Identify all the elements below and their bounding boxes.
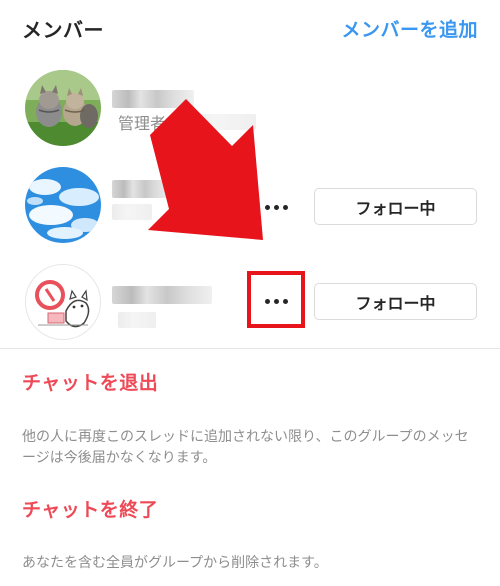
page-title: メンバー xyxy=(22,18,104,42)
end-chat-description: あなたを含む全員がグループから削除されます。 xyxy=(22,555,328,571)
member-username-blurred xyxy=(186,114,256,130)
cat-illustration-avatar xyxy=(25,264,101,340)
leave-chat-description: 他の人に再度このスレッドに追加されない限り、このグループのメッセージは今後届かな… xyxy=(22,429,469,466)
header: メンバー メンバーを追加 xyxy=(0,0,500,60)
highlight-box xyxy=(247,271,305,328)
member-username-blurred xyxy=(112,204,152,220)
follow-button[interactable]: フォロー中 xyxy=(314,188,477,225)
more-options-icon xyxy=(264,204,288,210)
add-member-button[interactable]: メンバーを追加 xyxy=(341,15,478,42)
divider xyxy=(0,348,500,349)
kittens-photo-avatar xyxy=(25,70,101,146)
member-name-blurred xyxy=(112,90,194,108)
more-options-button[interactable] xyxy=(258,192,294,222)
end-chat-button[interactable]: チャットを終了 xyxy=(22,495,158,522)
member-name-blurred xyxy=(112,180,172,198)
member-role-label: 管理者 xyxy=(118,114,167,133)
follow-button[interactable]: フォロー中 xyxy=(314,283,477,320)
member-row[interactable]: フォロー中 xyxy=(0,160,500,250)
leave-chat-button[interactable]: チャットを退出 xyxy=(22,368,158,395)
member-name-blurred xyxy=(112,286,212,304)
sky-clouds-avatar xyxy=(25,167,101,243)
member-row[interactable]: 管理者 xyxy=(0,62,500,152)
member-username-blurred xyxy=(118,312,156,328)
